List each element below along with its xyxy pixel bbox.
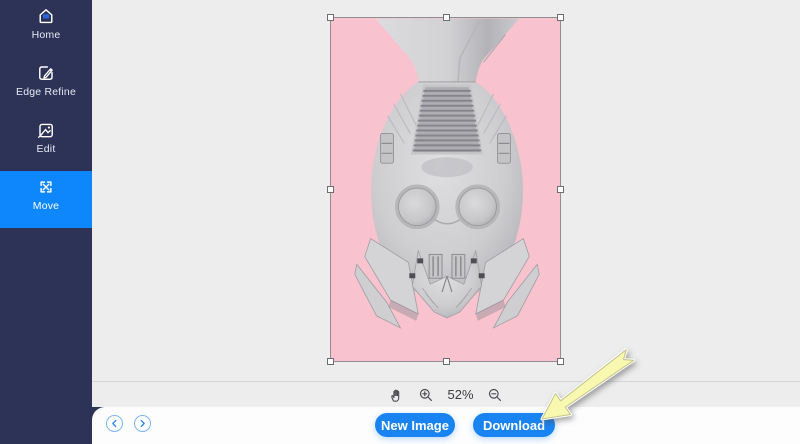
sidebar-item-label: Move bbox=[0, 200, 92, 212]
sidebar-item-home[interactable]: Home bbox=[0, 0, 92, 57]
sidebar-item-label: Edit bbox=[0, 143, 92, 155]
selection-handle-s[interactable] bbox=[443, 358, 450, 365]
canvas-image bbox=[331, 18, 560, 361]
chevron-left-icon bbox=[110, 419, 119, 428]
zoom-level-label: 52% bbox=[447, 387, 473, 402]
selection-handle-se[interactable] bbox=[557, 358, 564, 365]
chevron-right-icon bbox=[138, 419, 147, 428]
zoom-out-icon[interactable] bbox=[487, 387, 503, 403]
selection-handle-ne[interactable] bbox=[557, 14, 564, 21]
edge-refine-icon bbox=[36, 63, 56, 83]
sidebar-item-move[interactable]: Move bbox=[0, 171, 92, 228]
move-icon bbox=[36, 177, 56, 197]
selection-handle-n[interactable] bbox=[443, 14, 450, 21]
next-button[interactable] bbox=[134, 415, 151, 432]
download-button[interactable]: Download bbox=[473, 413, 555, 437]
sidebar: Home Edge Refine Edit Move bbox=[0, 0, 92, 444]
selection-handle-w[interactable] bbox=[327, 186, 334, 193]
sidebar-item-label: Edge Refine bbox=[0, 86, 92, 98]
sidebar-item-edge-refine[interactable]: Edge Refine bbox=[0, 57, 92, 114]
sidebar-item-edit[interactable]: Edit bbox=[0, 114, 92, 171]
pan-hand-icon[interactable] bbox=[389, 387, 405, 403]
selection-handle-e[interactable] bbox=[557, 186, 564, 193]
image-selection-box[interactable] bbox=[330, 17, 561, 362]
footer-bar: New Image Download bbox=[92, 407, 800, 444]
selection-handle-sw[interactable] bbox=[327, 358, 334, 365]
zoom-toolbar: 52% bbox=[92, 382, 800, 407]
prev-button[interactable] bbox=[106, 415, 123, 432]
selection-handle-nw[interactable] bbox=[327, 14, 334, 21]
app-root: { "sidebar": { "items": [ {"label": "Hom… bbox=[0, 0, 800, 444]
history-nav bbox=[106, 415, 151, 432]
new-image-button[interactable]: New Image bbox=[375, 413, 455, 437]
home-icon bbox=[36, 6, 56, 26]
edit-icon bbox=[36, 120, 56, 140]
sidebar-item-label: Home bbox=[0, 29, 92, 41]
zoom-in-icon[interactable] bbox=[418, 387, 434, 403]
